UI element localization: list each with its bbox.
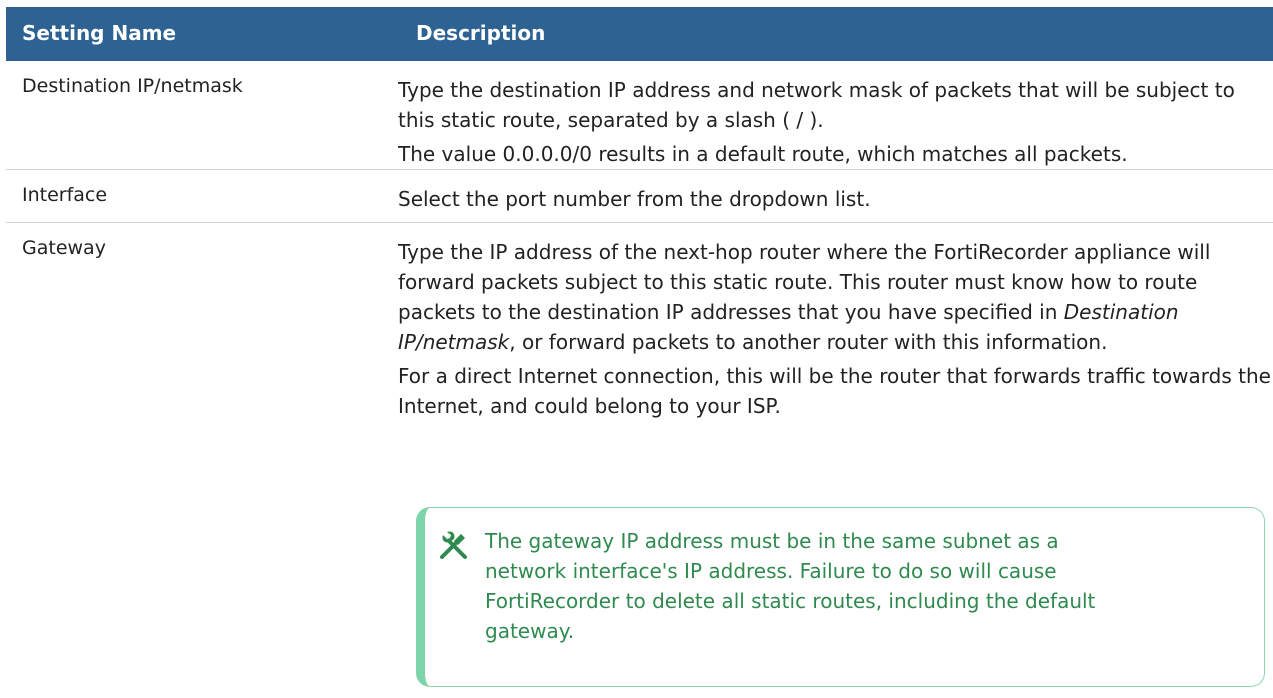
- description-paragraph: For a direct Internet connection, this w…: [398, 364, 1271, 418]
- header-description: Description: [416, 21, 546, 45]
- note-text: The gateway IP address must be in the sa…: [485, 529, 1096, 643]
- description-paragraph: Select the port number from the dropdown…: [398, 187, 871, 211]
- setting-name: Interface: [22, 184, 108, 206]
- table-header: Setting Name Description: [6, 7, 1273, 61]
- description-paragraph: The value 0.0.0.0/0 results in a default…: [398, 142, 1128, 166]
- description-text: , or forward packets to another router w…: [509, 330, 1108, 354]
- setting-name: Gateway: [22, 237, 106, 259]
- table-row-interface: Interface Select the port number from th…: [6, 170, 1273, 223]
- tip-note: The gateway IP address must be in the sa…: [416, 507, 1265, 687]
- setting-description: Type the destination IP address and netw…: [398, 75, 1273, 169]
- header-setting-name: Setting Name: [22, 21, 177, 45]
- description-paragraph: Type the IP address of the next-hop rout…: [398, 237, 1273, 357]
- setting-description: Type the IP address of the next-hop rout…: [398, 237, 1273, 421]
- table-row-destination: Destination IP/netmask Type the destinat…: [6, 61, 1273, 170]
- setting-description: Select the port number from the dropdown…: [398, 184, 1273, 214]
- description-paragraph: Type the destination IP address and netw…: [398, 78, 1235, 132]
- setting-name: Destination IP/netmask: [22, 75, 243, 97]
- wrench-screwdriver-icon: [439, 530, 469, 560]
